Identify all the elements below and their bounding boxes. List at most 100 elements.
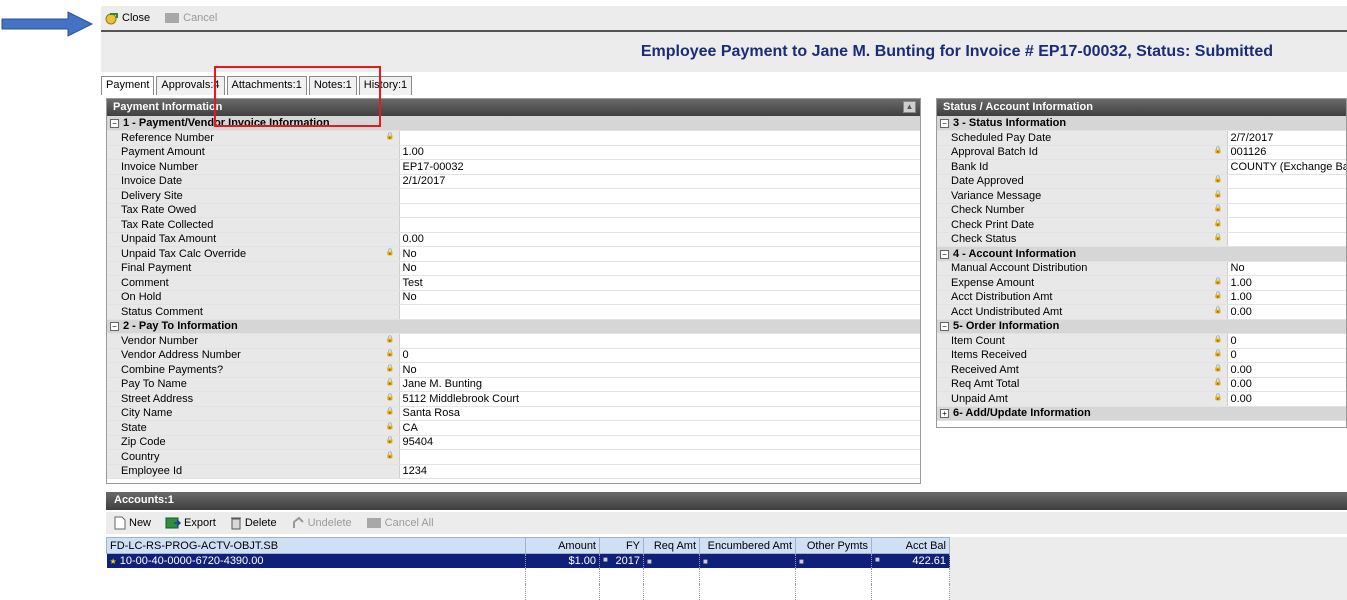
property-value[interactable]: No [398,246,920,262]
property-row[interactable]: Manual Account Distribution No [937,261,1346,276]
property-row[interactable]: Received Amt 🔒 0.00 [937,362,1346,378]
cell-req-amt[interactable]: ■ [643,553,700,568]
collapse-icon[interactable]: − [940,119,949,128]
property-row[interactable]: On Hold No [107,290,920,305]
property-row[interactable]: Reference Number 🔒 [107,130,920,146]
property-row[interactable]: Zip Code 🔒 95404 [107,435,920,450]
property-value[interactable] [398,130,920,146]
property-row[interactable]: Unpaid Amt 🔒 0.00 [937,391,1346,407]
property-value[interactable]: EP17-00032 [398,159,920,175]
property-row[interactable]: Acct Distribution Amt 🔒 1.00 [937,290,1346,305]
property-value[interactable] [1226,174,1346,189]
property-value[interactable]: No [398,290,920,305]
property-value[interactable]: Jane M. Bunting [398,377,920,392]
property-row[interactable]: Check Number 🔒 [937,203,1346,218]
property-row[interactable]: Date Approved 🔒 [937,174,1346,189]
cell-encumbered[interactable]: ■ [699,553,796,568]
property-value[interactable]: COUNTY (Exchange Ba [1226,159,1346,175]
property-value[interactable] [398,188,920,204]
property-row[interactable]: Tax Rate Collected [107,217,920,233]
property-value[interactable]: CA [398,420,920,436]
property-row[interactable]: Employee Id 1234 [107,464,920,479]
property-value[interactable] [398,304,920,320]
section-header[interactable]: +6- Add/Update Information [937,406,1346,421]
section-header[interactable]: −5- Order Information [937,319,1346,334]
property-value[interactable]: 0 [398,348,920,363]
property-value[interactable]: 5112 Middlebrook Court [398,391,920,407]
property-value[interactable]: No [398,261,920,276]
property-row[interactable]: Unpaid Tax Amount 0.00 [107,232,920,247]
property-value[interactable]: 0.00 [1226,362,1346,378]
property-row[interactable]: Vendor Address Number 🔒 0 [107,348,920,363]
collapse-icon[interactable]: − [940,322,949,332]
collapse-icon[interactable]: ▲ [903,101,916,113]
property-value[interactable]: 0.00 [398,232,920,247]
property-value[interactable]: 2/1/2017 [398,174,920,189]
col-header-acct-bal[interactable]: Acct Bal [871,537,950,554]
property-value[interactable]: 1234 [398,464,920,479]
property-row[interactable]: City Name 🔒 Santa Rosa [107,406,920,421]
property-value[interactable]: 0.00 [1226,391,1346,407]
property-row[interactable]: Item Count 🔒 0 [937,333,1346,349]
property-row[interactable]: Status Comment [107,304,920,320]
section-header[interactable]: −4 - Account Information [937,246,1346,262]
property-row[interactable]: Req Amt Total 🔒 0.00 [937,377,1346,392]
section-header[interactable]: −3 - Status Information [937,116,1346,131]
property-row[interactable]: Pay To Name 🔒 Jane M. Bunting [107,377,920,392]
property-value[interactable]: 2/7/2017 [1226,130,1346,146]
col-header-encumbered-amt[interactable]: Encumbered Amt [699,537,796,554]
col-header-amount[interactable]: Amount [525,537,600,554]
property-value[interactable]: No [1226,261,1346,276]
property-value[interactable]: 0.00 [1226,377,1346,392]
undelete-button[interactable]: Undelete [291,516,352,530]
property-row[interactable]: Country 🔒 [107,449,920,465]
property-value[interactable]: 1.00 [1226,275,1346,291]
delete-button[interactable]: Delete [230,516,277,530]
property-value[interactable] [398,203,920,218]
property-value[interactable] [1226,188,1346,204]
col-header-account[interactable]: FD-LC-RS-PROG-ACTV-OBJT.SB [106,537,526,554]
property-row[interactable]: Tax Rate Owed [107,203,920,218]
property-row[interactable]: Final Payment No [107,261,920,276]
close-button[interactable]: Close [105,11,150,25]
property-row[interactable]: Variance Message 🔒 [937,188,1346,204]
property-value[interactable] [398,449,920,465]
cell-other-pymts[interactable]: ■ [795,553,872,568]
property-row[interactable]: Invoice Date 2/1/2017 [107,174,920,189]
cell-acct-bal[interactable]: ■ 422.61 [871,553,950,568]
property-row[interactable]: Delivery Site [107,188,920,204]
collapse-icon[interactable]: − [110,119,119,128]
expand-icon[interactable]: + [940,409,949,419]
cell-fy[interactable]: ■ 2017 [599,553,644,568]
property-row[interactable]: State 🔒 CA [107,420,920,436]
property-value[interactable]: No [398,362,920,378]
property-row[interactable]: Payment Amount 1.00 [107,145,920,160]
cell-account[interactable]: ★ 10-00-40-0000-6720-4390.00 [106,553,526,568]
export-button[interactable]: Export [165,516,216,530]
property-value[interactable]: 1.00 [398,145,920,160]
property-value[interactable] [1226,232,1346,247]
table-row[interactable]: ★ 10-00-40-0000-6720-4390.00 $1.00 ■ 2017… [106,553,950,568]
property-value[interactable]: 001126 [1226,145,1346,160]
new-button[interactable]: New [114,516,151,530]
property-value[interactable] [1226,203,1346,218]
cell-amount[interactable]: $1.00 [525,553,600,568]
property-row[interactable]: Invoice Number EP17-00032 [107,159,920,175]
property-value[interactable]: 0 [1226,348,1346,363]
property-value[interactable]: 0.00 [1226,304,1346,320]
property-value[interactable]: 1.00 [1226,290,1346,305]
property-row[interactable]: Bank Id COUNTY (Exchange Ba [937,159,1346,175]
col-header-fy[interactable]: FY [599,537,644,554]
section-header[interactable]: −2 - Pay To Information [107,319,920,334]
property-row[interactable]: Items Received 🔒 0 [937,348,1346,363]
property-row[interactable]: Street Address 🔒 5112 Middlebrook Court [107,391,920,407]
property-row[interactable]: Acct Undistributed Amt 🔒 0.00 [937,304,1346,320]
cancel-all-button[interactable]: Cancel All [366,517,434,529]
property-value[interactable]: Test [398,275,920,291]
property-row[interactable]: Check Print Date 🔒 [937,217,1346,233]
property-value[interactable] [398,217,920,233]
property-value[interactable]: Santa Rosa [398,406,920,421]
property-value[interactable] [398,333,920,349]
col-header-req-amt[interactable]: Req Amt [643,537,700,554]
property-value[interactable]: 0 [1226,333,1346,349]
